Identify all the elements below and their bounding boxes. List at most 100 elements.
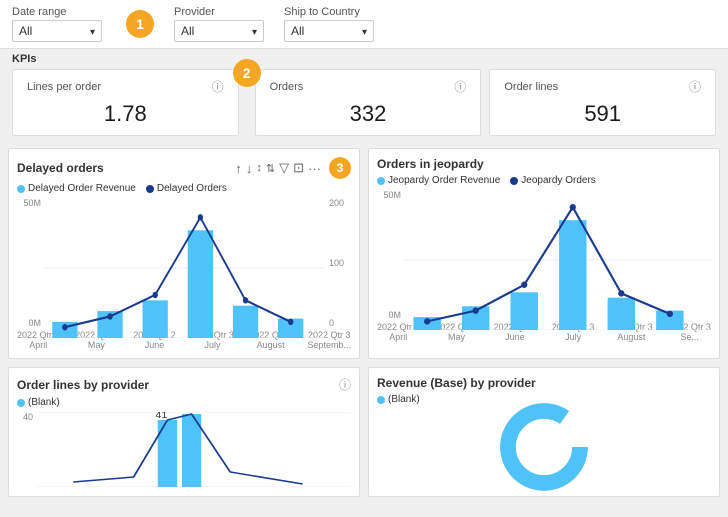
bar-4: [233, 306, 258, 338]
legend-delayed-orders: Delayed Orders: [146, 183, 227, 194]
ship-to-country-value: All: [291, 24, 304, 38]
delayed-orders-header: Delayed orders ↑ ↓ ↕ ⇅ ▽ ⊡ ··· 3: [17, 157, 351, 179]
more-icon[interactable]: ···: [308, 161, 321, 176]
jeopardy-orders-chart-container: 50M 0M: [377, 190, 711, 320]
bottom-charts-row: Order lines by provider ⓘ (Blank) 40: [0, 359, 728, 505]
ship-to-country-chevron: [362, 24, 367, 38]
kpi-value-1: 332: [270, 101, 467, 127]
kpi-value-0: 1.78: [27, 101, 224, 127]
filter-icon[interactable]: ▽: [279, 160, 289, 176]
jeopardy-orders-title: Orders in jeopardy: [377, 157, 484, 171]
kpi-info-icon-0[interactable]: ⓘ: [212, 78, 224, 95]
bar-2: [143, 300, 168, 338]
point-5: [288, 319, 293, 325]
legend-label-blank-1: (Blank): [388, 394, 420, 405]
kpi-title-2: Order lines: [504, 81, 558, 93]
legend-label-orders: Delayed Orders: [157, 183, 227, 194]
y-40: 40: [17, 412, 33, 422]
point-1: [107, 313, 112, 319]
revenue-donut-container: [377, 409, 711, 484]
order-lines-legend: (Blank): [17, 397, 351, 408]
legend-delayed-revenue: Delayed Order Revenue: [17, 183, 136, 194]
legend-label-revenue: Delayed Order Revenue: [28, 183, 136, 194]
jeopardy-orders-legend: Jeopardy Order Revenue Jeopardy Orders: [377, 175, 711, 186]
provider-label: Provider: [174, 6, 264, 18]
kpi-card-header-0: Lines per order ⓘ: [27, 78, 224, 95]
kpi-info-icon-1[interactable]: ⓘ: [454, 78, 466, 95]
order-lines-info-icon[interactable]: ⓘ: [339, 376, 351, 393]
delayed-orders-chart-container: 50M 0M: [17, 198, 351, 328]
order-lines-y-axis: 40: [17, 412, 37, 487]
delayed-orders-panel: Delayed orders ↑ ↓ ↕ ⇅ ▽ ⊡ ··· 3 Delayed…: [8, 148, 360, 359]
revenue-provider-panel: Revenue (Base) by provider (Blank): [368, 367, 720, 497]
point-4: [243, 297, 248, 303]
kpi-card-header-1: Orders ⓘ: [270, 78, 467, 95]
legend-order-lines-blank: (Blank): [17, 397, 60, 408]
provider-select[interactable]: All: [174, 20, 264, 42]
kpis-section: KPIs Lines per order ⓘ 1.78 2 Orders ⓘ 3…: [0, 49, 728, 140]
jeopardy-y-left-50m: 50M: [377, 190, 401, 200]
filter-bar: Date range All 1 Provider All Ship to Co…: [0, 0, 728, 49]
legend-dot-blank-1: [377, 396, 385, 404]
ship-to-country-label: Ship to Country: [284, 6, 374, 18]
sort-asc-icon[interactable]: ↑: [235, 161, 242, 176]
kpi-value-2: 591: [504, 101, 701, 127]
badge-3: 3: [329, 157, 351, 179]
provider-value: All: [181, 24, 194, 38]
top-charts-row: Delayed orders ↑ ↓ ↕ ⇅ ▽ ⊡ ··· 3 Delayed…: [0, 140, 728, 359]
order-lines-provider-title: Order lines by provider: [17, 378, 149, 392]
revenue-donut-svg: [499, 402, 589, 492]
y-axis-left: 50M 0M: [17, 198, 45, 328]
kpi-cards-container: Lines per order ⓘ 1.78 2 Orders ⓘ 332 Or…: [12, 69, 716, 136]
date-range-chevron: [90, 24, 95, 38]
legend-revenue-blank: (Blank): [377, 394, 420, 405]
delayed-orders-legend: Delayed Order Revenue Delayed Orders: [17, 183, 351, 194]
y-left-0m: 0M: [17, 318, 41, 328]
delayed-orders-title: Delayed orders: [17, 161, 104, 175]
legend-label-blank-0: (Blank): [28, 397, 60, 408]
sort-desc-icon[interactable]: ↓: [246, 161, 253, 176]
delayed-orders-toolbar: ↑ ↓ ↕ ⇅ ▽ ⊡ ··· 3: [235, 157, 351, 179]
legend-dot-jeopardy-orders: [510, 177, 518, 185]
kpi-info-icon-2[interactable]: ⓘ: [689, 78, 701, 95]
expand-icon[interactable]: ⊡: [293, 160, 304, 176]
kpi-card-header-2: Order lines ⓘ: [504, 78, 701, 95]
kpi-card-orders: Orders ⓘ 332: [255, 69, 482, 136]
delayed-orders-chart: [45, 198, 325, 338]
provider-chevron: [252, 24, 257, 38]
revenue-provider-title: Revenue (Base) by provider: [377, 376, 536, 390]
y-left-50m: 50M: [17, 198, 41, 208]
legend-jeopardy-orders: Jeopardy Orders: [510, 175, 595, 186]
jeopardy-orders-panel: Orders in jeopardy Jeopardy Order Revenu…: [368, 148, 720, 359]
y-axis-right: 200 100 0: [325, 198, 351, 328]
y-right-100: 100: [329, 258, 351, 268]
point-2: [152, 292, 157, 298]
order-lines-provider-header: Order lines by provider ⓘ: [17, 376, 351, 393]
badge-1: 1: [126, 10, 154, 38]
point-0: [62, 324, 67, 330]
jeopardy-svg: [405, 190, 711, 330]
date-range-select[interactable]: All: [12, 20, 102, 42]
legend-dot-jeopardy-revenue: [377, 177, 385, 185]
jeopardy-y-left-0m: 0M: [377, 310, 401, 320]
point-3: [198, 214, 203, 220]
revenue-provider-header: Revenue (Base) by provider: [377, 376, 711, 390]
hierarchy-icon[interactable]: ⇅: [266, 162, 275, 175]
jeopardy-orders-header: Orders in jeopardy: [377, 157, 711, 171]
y-right-0: 0: [329, 318, 351, 328]
legend-label-jeopardy-orders: Jeopardy Orders: [521, 175, 595, 186]
date-range-value: All: [19, 24, 32, 38]
order-lines-svg: 41 46: [37, 412, 351, 487]
kpis-label: KPIs: [12, 53, 716, 65]
y-right-200: 200: [329, 198, 351, 208]
ship-to-country-select[interactable]: All: [284, 20, 374, 42]
legend-label-jeopardy-revenue: Jeopardy Order Revenue: [388, 175, 500, 186]
bar-3: [188, 230, 213, 338]
order-lines-provider-panel: Order lines by provider ⓘ (Blank) 40: [8, 367, 360, 497]
jeopardy-chart: [405, 190, 711, 330]
order-lines-chart-container: 40 41 46: [17, 412, 351, 487]
sort-both-icon[interactable]: ↕: [256, 162, 262, 174]
kpi-title-1: Orders: [270, 81, 304, 93]
badge-2: 2: [233, 59, 261, 87]
legend-dot-revenue: [17, 185, 25, 193]
